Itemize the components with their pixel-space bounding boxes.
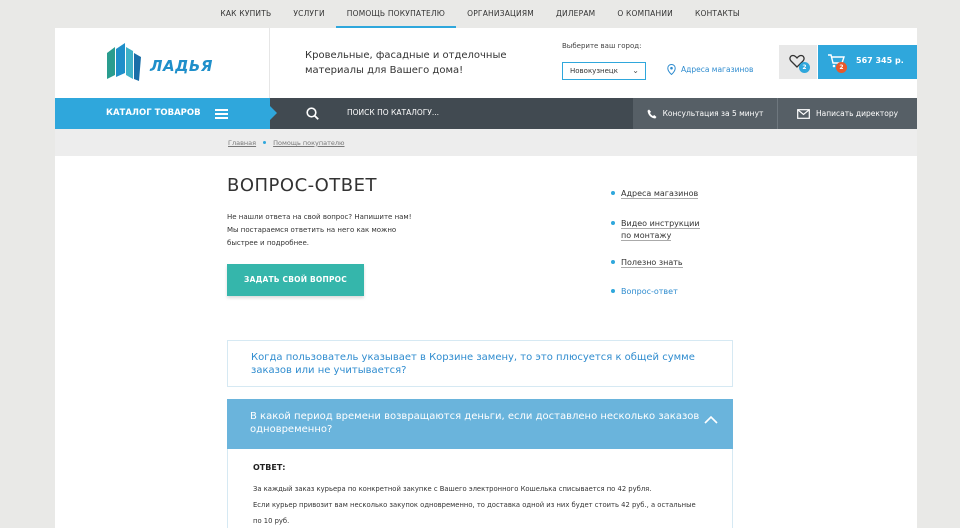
favorites-count-badge: 2: [799, 62, 810, 73]
map-pin-icon: [667, 64, 676, 75]
cart-total: 567 345 р.: [856, 56, 904, 65]
intro-line: Мы постараемся ответить на него как можн…: [227, 226, 397, 234]
logo-mark-icon: [107, 43, 141, 81]
catalog-button[interactable]: КАТАЛОГ ТОВАРОВ: [55, 98, 277, 129]
logo[interactable]: ЛАДЬЯ: [55, 28, 270, 98]
faq-question-2[interactable]: В какой период времени возвращаются день…: [227, 399, 733, 449]
side-item-video[interactable]: Видео инструкции по монтажу: [611, 218, 701, 242]
ask-question-button[interactable]: ЗАДАТЬ СВОЙ ВОПРОС: [227, 264, 364, 296]
search-bar: ПОИСК ПО КАТАЛОГУ...: [270, 98, 633, 129]
search-icon[interactable]: [306, 107, 319, 120]
chevron-up-icon[interactable]: [704, 416, 718, 424]
cart-count-badge: 2: [836, 62, 847, 73]
faq-answer: ОТВЕТ: За каждый заказ курьера по конкре…: [227, 449, 733, 528]
breadcrumb: Главная Помощь покупателю: [55, 129, 917, 156]
stores-link[interactable]: Адреса магазинов: [667, 64, 753, 75]
intro-line: Не нашли ответа на свой вопрос? Напишите…: [227, 213, 412, 221]
side-item-stores[interactable]: Адреса магазинов: [611, 188, 761, 200]
page-title: ВОПРОС-ОТВЕТ: [227, 175, 378, 196]
search-input[interactable]: ПОИСК ПО КАТАЛОГУ...: [347, 108, 439, 117]
city-label: Выберите ваш город:: [562, 42, 642, 50]
intro-text: Не нашли ответа на свой вопрос? Напишите…: [227, 211, 427, 250]
consultation-button[interactable]: Консультация за 5 минут: [633, 98, 777, 129]
site-header: ЛАДЬЯ Кровельные, фасадные и отделочные …: [55, 28, 917, 98]
side-item-faq[interactable]: Вопрос-ответ: [611, 286, 761, 298]
chevron-down-icon: ⌄: [632, 66, 639, 75]
topnav-organizations[interactable]: ОРГАНИЗАЦИЯМ: [456, 0, 545, 28]
page-container: ЛАДЬЯ Кровельные, фасадные и отделочные …: [55, 28, 917, 528]
intro-line: быстрее и подробнее.: [227, 239, 309, 247]
city-select[interactable]: Новокузнецк ⌄: [562, 62, 646, 80]
tagline: Кровельные, фасадные и отделочные матери…: [305, 50, 507, 76]
cart-button[interactable]: 2 567 345 р.: [818, 45, 917, 79]
stores-link-label: Адреса магазинов: [681, 65, 754, 74]
breadcrumb-help[interactable]: Помощь покупателю: [273, 139, 344, 147]
mail-icon: [797, 108, 810, 119]
answer-label: ОТВЕТ:: [253, 463, 286, 472]
faq-question-1[interactable]: Когда пользователь указывает в Корзине з…: [227, 340, 733, 387]
catalog-label: КАТАЛОГ ТОВАРОВ: [106, 108, 201, 118]
breadcrumb-separator: [263, 141, 267, 144]
topnav-services[interactable]: УСЛУГИ: [282, 0, 335, 28]
topnav-contacts[interactable]: КОНТАКТЫ: [684, 0, 751, 28]
topnav-about[interactable]: О КОМПАНИИ: [606, 0, 684, 28]
topnav-help[interactable]: ПОМОЩЬ ПОКУПАТЕЛЮ: [335, 0, 457, 28]
menu-icon: [215, 109, 228, 121]
faq-question-2-text: В какой период времени возвращаются день…: [250, 411, 700, 435]
main-bar: КАТАЛОГ ТОВАРОВ ПОИСК ПО КАТАЛОГУ... Кон…: [55, 98, 917, 129]
logo-text: ЛАДЬЯ: [150, 57, 213, 75]
consultation-label: Консультация за 5 минут: [662, 109, 764, 118]
city-value: Новокузнецк: [570, 67, 618, 75]
side-item-useful[interactable]: Полезно знать: [611, 257, 761, 269]
breadcrumb-home[interactable]: Главная: [228, 139, 256, 147]
catalog-arrow: [270, 106, 277, 120]
write-director-label: Написать директору: [815, 109, 899, 118]
answer-line: Если курьер привозит вам несколько закуп…: [253, 501, 696, 509]
favorites-button[interactable]: 2: [779, 45, 817, 79]
top-navigation: КАК КУПИТЬ УСЛУГИ ПОМОЩЬ ПОКУПАТЕЛЮ ОРГА…: [0, 0, 960, 28]
answer-line: по 10 руб.: [253, 517, 290, 525]
answer-line: За каждый заказ курьера по конкретной за…: [253, 485, 652, 493]
topnav-dealers[interactable]: ДИЛЕРАМ: [545, 0, 606, 28]
topnav-how-to-buy[interactable]: КАК КУПИТЬ: [209, 0, 282, 28]
write-director-button[interactable]: Написать директору: [777, 98, 917, 129]
phone-icon: [647, 109, 657, 118]
